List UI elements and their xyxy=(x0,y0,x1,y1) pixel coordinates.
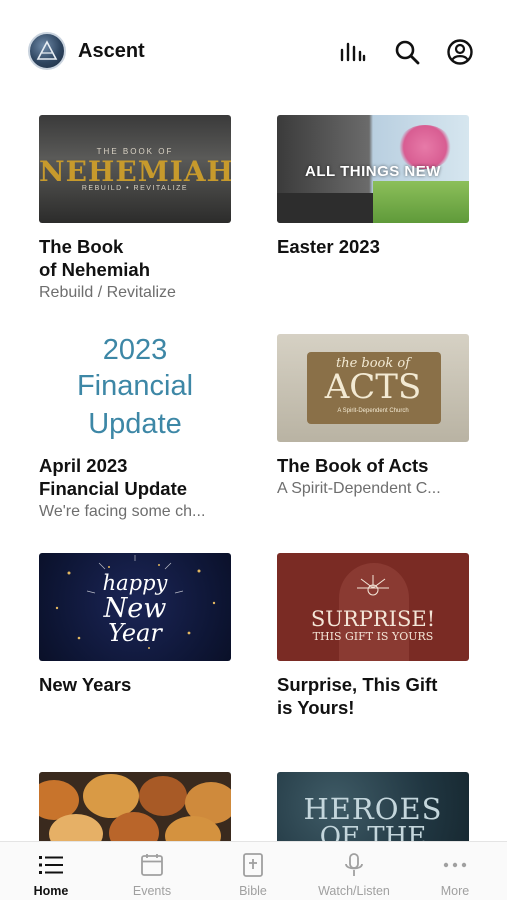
thumb-line-3: Year xyxy=(108,619,162,647)
thumb-line-2: Financial xyxy=(76,370,194,402)
bible-icon xyxy=(240,852,266,878)
series-card-pumpkins[interactable] xyxy=(39,772,233,841)
pumpkin-shape xyxy=(49,814,103,841)
tab-label: Events xyxy=(132,884,172,898)
search-icon[interactable] xyxy=(393,38,421,66)
tab-watch-listen[interactable]: Watch/Listen xyxy=(304,842,404,900)
app-title: Ascent xyxy=(78,40,145,62)
series-thumbnail: ALL THINGS NEW xyxy=(277,115,469,223)
tab-label: Bible xyxy=(239,884,267,898)
series-thumbnail: THE BOOK OF NEHEMIAH REBUILD • REVITALIZ… xyxy=(39,115,231,223)
series-thumbnail: happy New Year xyxy=(39,553,231,661)
church-logo-icon[interactable] xyxy=(28,32,66,70)
series-title: Surprise, This Gift is Yours! xyxy=(277,674,438,718)
calendar-icon xyxy=(139,852,165,878)
series-card-nehemiah[interactable]: THE BOOK OF NEHEMIAH REBUILD • REVITALIZ… xyxy=(39,115,233,303)
series-card-financial-update[interactable]: 2023 Financial Update April 2023 Financia… xyxy=(39,334,233,522)
more-dots-icon xyxy=(442,852,468,878)
thumb-line-1: 2023 xyxy=(102,334,168,366)
account-icon[interactable] xyxy=(446,38,474,66)
starburst-icon xyxy=(357,575,389,596)
series-title: New Years xyxy=(39,674,132,695)
series-thumbnail: 2023 Financial Update xyxy=(39,334,231,442)
thumb-line-1: SURPRISE! xyxy=(310,607,436,631)
microphone-icon xyxy=(341,852,367,878)
series-subtitle: Rebuild / Revitalize xyxy=(39,284,176,301)
series-card-heroes-of-the-bible[interactable]: HEROES OF THE BIBLE xyxy=(277,772,471,841)
series-subtitle: We're facing some ch... xyxy=(39,503,206,520)
thumb-line-3: Update xyxy=(88,408,182,440)
series-thumbnail xyxy=(39,772,231,841)
tab-label: Watch/Listen xyxy=(318,884,390,898)
series-card-surprise-gift[interactable]: SURPRISE! THIS GIFT IS YOURS Surprise, T… xyxy=(277,553,471,719)
app-header: Ascent xyxy=(0,0,507,100)
series-title: The Book of Nehemiah xyxy=(39,236,151,280)
tab-label: Home xyxy=(33,884,69,898)
thumb-grass xyxy=(373,181,469,223)
series-title: April 2023 Financial Update xyxy=(39,455,188,499)
tab-home[interactable]: Home xyxy=(1,842,101,900)
series-title: The Book of Acts xyxy=(277,455,429,476)
tab-more[interactable]: More xyxy=(405,842,505,900)
series-grid: THE BOOK OF NEHEMIAH REBUILD • REVITALIZ… xyxy=(0,115,507,841)
series-card-easter[interactable]: ALL THINGS NEW Easter 2023 xyxy=(277,115,471,258)
thumb-line-3: A Spirit-Dependent Church xyxy=(337,408,409,414)
series-card-new-years[interactable]: happy New Year New Years xyxy=(39,553,233,696)
thumb-text-tag: REBUILD • REVITALIZE xyxy=(81,185,189,192)
thumb-line-2: THIS GIFT IS YOURS xyxy=(312,630,434,643)
pumpkin-shape xyxy=(139,776,187,816)
pumpkin-shape xyxy=(109,812,159,841)
tab-events[interactable]: Events xyxy=(102,842,202,900)
thumb-line-1: happy xyxy=(102,571,168,595)
thumb-line-1: HEROES xyxy=(303,792,443,826)
series-subtitle: A Spirit-Dependent C... xyxy=(277,480,441,497)
list-icon xyxy=(38,852,64,878)
tab-label: More xyxy=(440,884,470,898)
series-title: Easter 2023 xyxy=(277,236,380,257)
tab-bible[interactable]: Bible xyxy=(203,842,303,900)
thumb-text: ALL THINGS NEW xyxy=(305,163,441,180)
series-card-acts[interactable]: the book of ACTS A Spirit-Dependent Chur… xyxy=(277,334,471,499)
series-thumbnail: SURPRISE! THIS GIFT IS YOURS xyxy=(277,553,469,661)
thumb-line-2: OF THE BIBLE xyxy=(319,822,427,841)
stats-bars-icon[interactable] xyxy=(338,38,366,66)
series-thumbnail: HEROES OF THE BIBLE xyxy=(277,772,469,841)
bottom-tab-bar: Home Events Bible Watch/Listen More xyxy=(0,841,507,900)
thumb-ground xyxy=(277,193,373,223)
thumb-text-big: NEHEMIAH xyxy=(39,155,231,188)
thumb-line-2: ACTS xyxy=(324,367,422,407)
series-thumbnail: the book of ACTS A Spirit-Dependent Chur… xyxy=(277,334,469,442)
